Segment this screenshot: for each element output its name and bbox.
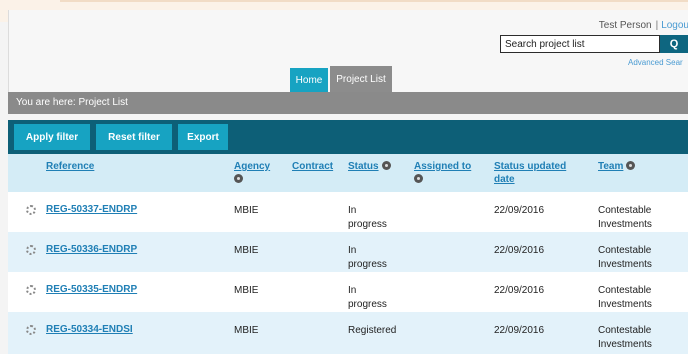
- reference-link[interactable]: REG-50335-ENDRP: [46, 284, 137, 295]
- status-updated-cell: 22/09/2016: [494, 325, 545, 336]
- assigned-filter-icon[interactable]: [414, 174, 423, 183]
- col-reference-label: Reference: [46, 161, 95, 172]
- search-icon: Q: [669, 38, 679, 50]
- advanced-search-link[interactable]: Advanced Sear: [628, 58, 683, 67]
- row-settings-icon[interactable]: [26, 245, 36, 255]
- col-status-updated[interactable]: Status updated date: [494, 160, 584, 186]
- reference-link[interactable]: REG-50334-ENDSI: [46, 324, 133, 335]
- status-cell: In progress: [348, 245, 387, 270]
- user-name: Test Person: [598, 20, 652, 31]
- tab-home-label: Home: [295, 74, 323, 86]
- team-filter-icon[interactable]: [626, 161, 636, 170]
- col-status-updated-label: Status updated date: [494, 161, 567, 185]
- search-input[interactable]: [500, 35, 660, 53]
- status-cell: Registered: [348, 325, 397, 336]
- filter-toolbar: Apply filter Reset filter Export: [8, 120, 688, 154]
- team-cell: Contestable Investments: [598, 325, 652, 350]
- row-settings-icon[interactable]: [26, 205, 36, 215]
- export-button[interactable]: Export: [178, 124, 228, 150]
- breadcrumb: You are here: Project List: [8, 92, 688, 114]
- team-cell: Contestable Investments: [598, 245, 652, 270]
- status-updated-cell: 22/09/2016: [494, 205, 545, 216]
- export-label: Export: [187, 131, 219, 143]
- status-updated-cell: 22/09/2016: [494, 285, 545, 296]
- col-team-label: Team: [598, 161, 624, 172]
- col-agency-label: Agency: [234, 161, 271, 172]
- team-cell: Contestable Investments: [598, 205, 652, 230]
- col-reference[interactable]: Reference: [46, 160, 94, 173]
- apply-filter-label: Apply filter: [25, 131, 79, 143]
- reference-link[interactable]: REG-50336-ENDRP: [46, 244, 137, 255]
- status-cell: In progress: [348, 285, 387, 310]
- col-assigned-to-label: Assigned to: [414, 161, 472, 172]
- table-header: Reference Agency Contract Status Assigne…: [8, 154, 688, 192]
- user-row: Test Person | Logou: [599, 20, 688, 31]
- search-button[interactable]: Q: [660, 35, 688, 53]
- tab-project-list-label: Project List: [336, 73, 386, 85]
- row-settings-icon[interactable]: [26, 325, 36, 335]
- reference-link[interactable]: REG-50337-ENDRP: [46, 204, 137, 215]
- tab-project-list[interactable]: Project List: [330, 66, 392, 92]
- logout-link[interactable]: Logou: [661, 20, 688, 31]
- top-accent-line: [60, 0, 688, 2]
- table-row: REG-50335-ENDRP MBIE In progress 22/09/2…: [8, 272, 688, 312]
- col-team[interactable]: Team: [598, 160, 636, 173]
- table-row: REG-50336-ENDRP MBIE In progress 22/09/2…: [8, 232, 688, 272]
- status-cell: In progress: [348, 205, 387, 230]
- agency-cell: MBIE: [234, 205, 259, 216]
- reset-filter-button[interactable]: Reset filter: [96, 124, 172, 150]
- col-contract-label: Contract: [292, 161, 334, 172]
- agency-cell: MBIE: [234, 285, 259, 296]
- agency-filter-icon[interactable]: [234, 174, 243, 183]
- agency-cell: MBIE: [234, 245, 259, 256]
- agency-cell: MBIE: [234, 325, 259, 336]
- col-agency[interactable]: Agency: [234, 160, 274, 186]
- col-contract[interactable]: Contract: [292, 160, 333, 173]
- breadcrumb-text: You are here: Project List: [16, 97, 128, 108]
- col-assigned-to[interactable]: Assigned to: [414, 160, 478, 186]
- reset-filter-label: Reset filter: [108, 131, 160, 143]
- team-cell: Contestable Investments: [598, 285, 652, 310]
- user-separator: |: [655, 20, 659, 31]
- status-filter-icon[interactable]: [381, 161, 391, 170]
- table-row: REG-50334-ENDSI MBIE Registered 22/09/20…: [8, 312, 688, 354]
- col-status-label: Status: [348, 161, 379, 172]
- table-row: REG-50337-ENDRP MBIE In progress 22/09/2…: [8, 192, 688, 232]
- status-updated-cell: 22/09/2016: [494, 245, 545, 256]
- row-settings-icon[interactable]: [26, 285, 36, 295]
- tab-home[interactable]: Home: [290, 68, 328, 92]
- apply-filter-button[interactable]: Apply filter: [14, 124, 90, 150]
- col-status[interactable]: Status: [348, 160, 391, 173]
